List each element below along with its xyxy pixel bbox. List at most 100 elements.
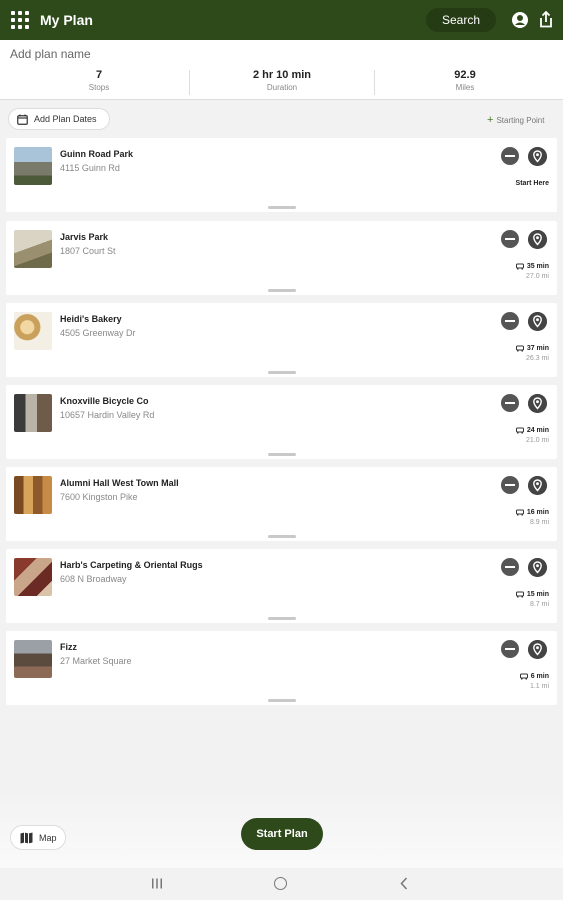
stop-name: Fizz	[60, 642, 77, 652]
starting-point-label: Starting Point	[496, 116, 545, 125]
travel-distance: 21.0 mi	[526, 437, 549, 444]
stop-card[interactable]: Alumni Hall West Town Mall 7600 Kingston…	[6, 467, 557, 541]
stop-card[interactable]: Knoxville Bicycle Co 10657 Hardin Valley…	[6, 385, 557, 459]
remove-stop-icon[interactable]	[501, 312, 519, 330]
travel-info: 6 min 1.1 mi	[519, 673, 549, 690]
location-pin-icon[interactable]	[528, 394, 547, 413]
stat-value: 7	[95, 69, 103, 81]
travel-time: 16 min	[526, 509, 549, 516]
stop-address: 4505 Greenway Dr	[60, 328, 136, 338]
travel-info: 37 min 26.3 mi	[515, 345, 549, 362]
share-icon[interactable]	[538, 11, 554, 28]
stop-card[interactable]: Heidi's Bakery 4505 Greenway Dr 37 min 2…	[6, 303, 557, 377]
start-plan-button[interactable]: Start Plan	[241, 818, 323, 850]
travel-time: 6 min	[530, 673, 549, 680]
travel-info: 24 min 21.0 mi	[515, 427, 549, 444]
stop-card[interactable]: Jarvis Park 1807 Court St 35 min 27.0 mi	[6, 221, 557, 295]
map-icon	[20, 832, 33, 843]
travel-distance: 1.1 mi	[529, 683, 549, 690]
remove-stop-icon[interactable]	[501, 640, 519, 658]
travel-time: 24 min	[526, 427, 549, 434]
home-icon[interactable]	[274, 877, 287, 890]
remove-stop-icon[interactable]	[501, 476, 519, 494]
travel-distance: 8.9 mi	[529, 519, 549, 526]
stop-address: 7600 Kingston Pike	[60, 492, 138, 502]
app-bar: My Plan Search	[0, 0, 563, 40]
drag-handle[interactable]	[268, 453, 296, 456]
stat-value: 2 hr 10 min	[252, 69, 312, 81]
stop-card[interactable]: Fizz 27 Market Square 6 min 1.1 mi	[6, 631, 557, 705]
map-button[interactable]: Map	[10, 825, 66, 850]
travel-info: 16 min 8.9 mi	[515, 509, 549, 526]
stop-name: Alumni Hall West Town Mall	[60, 478, 179, 488]
stop-name: Guinn Road Park	[60, 149, 134, 159]
stop-thumbnail	[14, 312, 52, 350]
travel-distance: 26.3 mi	[526, 355, 549, 362]
travel-info: 35 min 27.0 mi	[515, 263, 549, 280]
car-icon	[515, 591, 524, 598]
stat-duration: 2 hr 10 min Duration	[189, 69, 375, 92]
stat-stops: 7 Stops	[6, 69, 192, 92]
apps-grid-icon[interactable]	[11, 11, 29, 29]
stop-name: Jarvis Park	[60, 232, 109, 242]
account-icon[interactable]	[512, 12, 528, 28]
stat-value: 92.9	[454, 69, 476, 81]
stat-miles: 92.9 Miles	[372, 69, 558, 92]
car-icon	[515, 427, 524, 434]
stop-address: 608 N Broadway	[60, 574, 127, 584]
travel-distance: 27.0 mi	[526, 273, 549, 280]
remove-stop-icon[interactable]	[501, 147, 519, 165]
back-icon[interactable]	[400, 877, 408, 890]
drag-handle[interactable]	[268, 206, 296, 209]
search-button[interactable]: Search	[426, 8, 496, 32]
car-icon	[515, 345, 524, 352]
location-pin-icon[interactable]	[528, 558, 547, 577]
stop-name: Heidi's Bakery	[60, 314, 122, 324]
stop-name: Harb's Carpeting & Oriental Rugs	[60, 560, 203, 570]
stop-address: 27 Market Square	[60, 656, 132, 666]
drag-handle[interactable]	[268, 289, 296, 292]
page-title: My Plan	[40, 12, 93, 28]
car-icon	[515, 509, 524, 516]
stop-name: Knoxville Bicycle Co	[60, 396, 149, 406]
plan-name-input[interactable]: Add plan name	[10, 47, 91, 61]
drag-handle[interactable]	[268, 699, 296, 702]
stop-thumbnail	[14, 640, 52, 678]
stop-thumbnail	[14, 476, 52, 514]
remove-stop-icon[interactable]	[501, 558, 519, 576]
starting-point-button[interactable]: + Starting Point	[487, 114, 544, 126]
location-pin-icon[interactable]	[528, 476, 547, 495]
travel-info: 15 min 8.7 mi	[515, 591, 549, 608]
travel-distance: 8.7 mi	[529, 601, 549, 608]
remove-stop-icon[interactable]	[501, 394, 519, 412]
car-icon	[515, 263, 524, 270]
stat-label: Miles	[455, 83, 475, 92]
drag-handle[interactable]	[268, 535, 296, 538]
stop-card[interactable]: Harb's Carpeting & Oriental Rugs 608 N B…	[6, 549, 557, 623]
calendar-icon	[17, 114, 28, 125]
plan-summary: Add plan name 7 Stops 2 hr 10 min Durati…	[0, 40, 563, 100]
stat-label: Stops	[88, 83, 110, 92]
drag-handle[interactable]	[268, 371, 296, 374]
location-pin-icon[interactable]	[528, 147, 547, 166]
stop-thumbnail	[14, 558, 52, 596]
stat-label: Duration	[266, 83, 298, 92]
remove-stop-icon[interactable]	[501, 230, 519, 248]
stop-address: 1807 Court St	[60, 246, 116, 256]
car-icon	[519, 673, 528, 680]
recent-apps-icon[interactable]	[151, 878, 163, 889]
location-pin-icon[interactable]	[528, 230, 547, 249]
stop-address: 4115 Guinn Rd	[60, 163, 120, 173]
add-plan-dates-button[interactable]: Add Plan Dates	[8, 108, 110, 130]
start-here-label: Start Here	[515, 180, 549, 187]
add-plan-dates-label: Add Plan Dates	[34, 114, 97, 124]
plus-icon: +	[487, 114, 494, 126]
drag-handle[interactable]	[268, 617, 296, 620]
stop-thumbnail	[14, 147, 52, 185]
location-pin-icon[interactable]	[528, 640, 547, 659]
stop-thumbnail	[14, 394, 52, 432]
stop-card[interactable]: Guinn Road Park 4115 Guinn Rd Start Here	[6, 138, 557, 212]
travel-time: 35 min	[526, 263, 549, 270]
location-pin-icon[interactable]	[528, 312, 547, 331]
travel-time: 15 min	[526, 591, 549, 598]
